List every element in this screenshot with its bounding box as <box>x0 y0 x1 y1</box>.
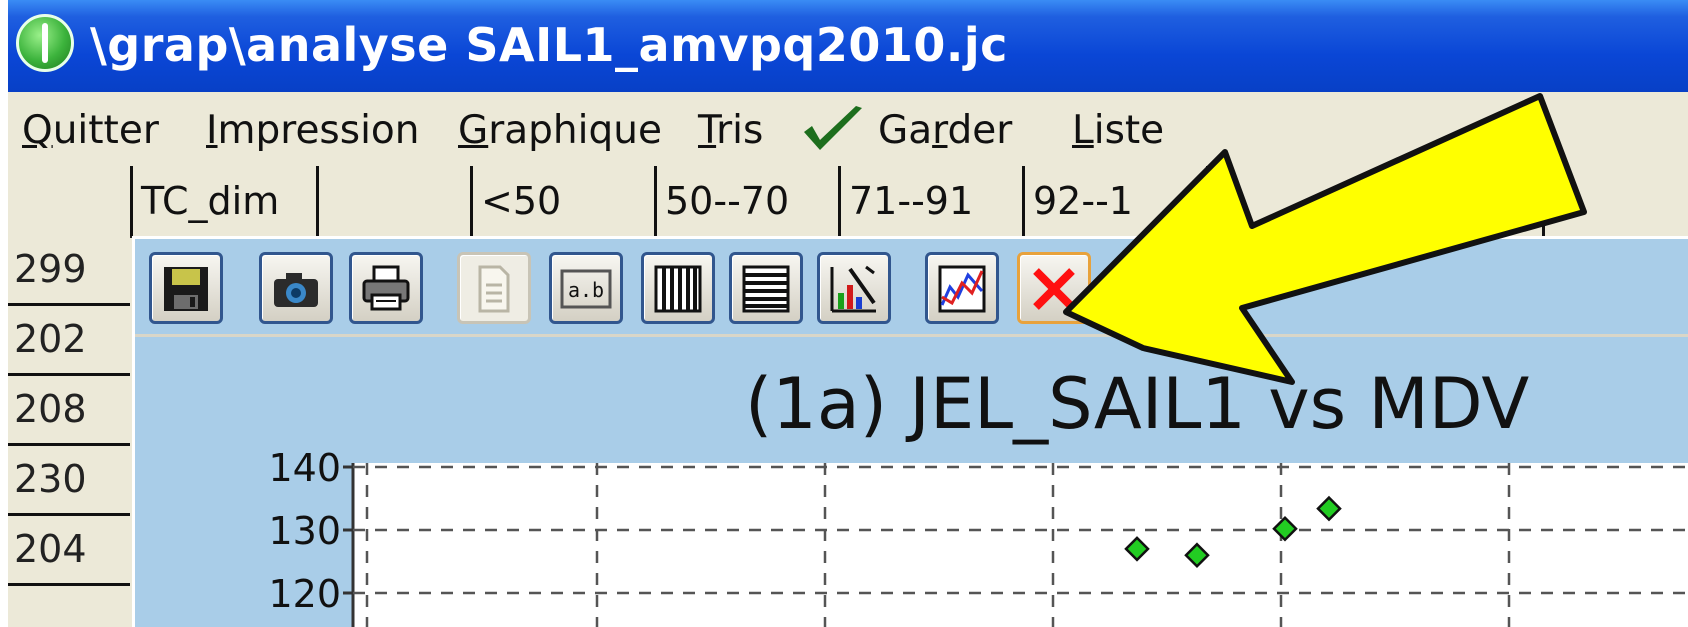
text-label-button[interactable]: a.b <box>549 252 623 324</box>
row-number[interactable]: 230 <box>8 446 130 516</box>
column-header[interactable]: 71--91 <box>838 166 1022 236</box>
camera-icon <box>274 273 318 307</box>
menu-tris[interactable]: Tris <box>698 108 763 153</box>
app-icon <box>16 14 74 72</box>
vertical-grid-button[interactable] <box>641 252 715 324</box>
svg-text:a.b: a.b <box>568 278 604 302</box>
menu-graphique[interactable]: Graphique <box>458 108 662 153</box>
save-button[interactable] <box>149 252 223 324</box>
copy-icon <box>478 265 510 313</box>
y-tick-label: 130 <box>268 509 341 553</box>
application-window: \grap\analyse SAIL1_amvpq2010.jc Quitter… <box>8 0 1688 627</box>
chart-title: (1a) JEL_SAIL1 vs MDV <box>745 363 1530 445</box>
chart-style-button[interactable] <box>817 252 891 324</box>
column-header[interactable]: T <box>1542 166 1688 236</box>
horizontal-grid-button[interactable] <box>729 252 803 324</box>
column-header[interactable]: <50 <box>470 166 654 236</box>
menu-quitter[interactable]: Quitter <box>22 108 159 153</box>
title-bar[interactable]: \grap\analyse SAIL1_amvpq2010.jc <box>8 0 1688 92</box>
printer-icon <box>362 265 410 311</box>
vertical-grid-icon <box>654 265 702 313</box>
row-number[interactable]: 299 <box>8 236 130 306</box>
plot-area <box>353 463 1688 627</box>
save-icon <box>164 267 208 311</box>
print-button[interactable] <box>349 252 423 324</box>
window-title: \grap\analyse SAIL1_amvpq2010.jc <box>90 18 1008 72</box>
checkmark-icon <box>804 106 862 150</box>
line-chart-button[interactable] <box>925 252 999 324</box>
graph-toolbar: a.b <box>135 239 1688 337</box>
snapshot-button[interactable] <box>259 252 333 324</box>
row-number[interactable]: 208 <box>8 376 130 446</box>
copy-button[interactable] <box>457 252 531 324</box>
y-tick-label: 140 <box>268 446 341 490</box>
grid-header: TC_dim <50 50--70 71--91 92--1 T <box>8 166 1688 238</box>
graph-window: a.b (1a) JEL_SAIL1 vs MDV 140 130 120 <box>132 236 1688 627</box>
scatter-chart: 140 130 120 <box>268 446 1688 627</box>
menu-garder[interactable]: Garder <box>878 108 1012 153</box>
chart-style-icon <box>830 265 876 313</box>
line-chart-icon <box>938 265 986 313</box>
menu-liste[interactable]: Liste <box>1072 108 1164 153</box>
column-header[interactable]: 50--70 <box>654 166 838 236</box>
column-header[interactable] <box>316 166 470 236</box>
column-header[interactable]: TC_dim <box>130 166 316 236</box>
column-header[interactable]: 92--1 <box>1022 166 1206 236</box>
row-number[interactable]: 204 <box>8 516 130 586</box>
horizontal-grid-icon <box>742 265 790 313</box>
text-label-icon: a.b <box>560 269 612 309</box>
column-header[interactable] <box>1390 166 1542 236</box>
row-number[interactable]: 202 <box>8 306 130 376</box>
column-header[interactable] <box>1206 166 1390 236</box>
menu-impression[interactable]: Impression <box>206 108 420 153</box>
y-tick-label: 120 <box>268 572 341 616</box>
close-chart-icon <box>1033 268 1075 310</box>
close-chart-button[interactable] <box>1017 252 1091 324</box>
menu-bar: Quitter Impression Graphique Tris Garder… <box>8 92 1688 168</box>
